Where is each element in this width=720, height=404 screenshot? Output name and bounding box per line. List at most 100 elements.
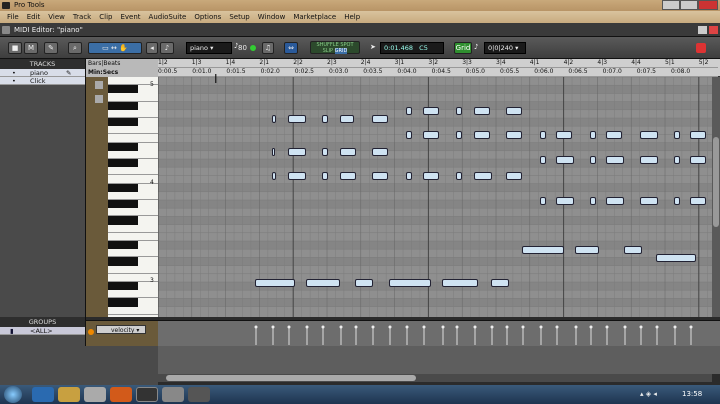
midi-note[interactable] (423, 131, 439, 140)
velocity-handle[interactable] (689, 325, 693, 329)
close-window-button[interactable] (698, 0, 718, 10)
midi-note[interactable] (288, 147, 306, 156)
midi-note[interactable] (306, 278, 340, 287)
midi-note[interactable] (288, 114, 306, 123)
midi-note[interactable] (288, 172, 306, 181)
midi-note[interactable] (640, 196, 658, 205)
menu-file[interactable]: File (3, 11, 23, 23)
velocity-handle[interactable] (354, 325, 358, 329)
white-key[interactable] (108, 110, 158, 118)
white-key[interactable] (108, 134, 158, 143)
stop-button[interactable]: ■ (8, 42, 22, 54)
velocity-handle[interactable] (441, 325, 445, 329)
black-key[interactable] (108, 142, 138, 151)
midi-note[interactable] (372, 114, 388, 123)
vertical-scrollbar[interactable] (712, 77, 720, 317)
menu-view[interactable]: View (44, 11, 69, 23)
midi-note[interactable] (340, 147, 356, 156)
white-key[interactable] (108, 233, 158, 241)
midi-note[interactable] (372, 147, 388, 156)
velocity-handle[interactable] (339, 325, 343, 329)
velocity-handle[interactable] (271, 325, 275, 329)
editor-close-icon[interactable] (709, 26, 718, 34)
white-key[interactable] (108, 208, 158, 217)
velocity-handle[interactable] (555, 325, 559, 329)
midi-note[interactable] (474, 131, 490, 140)
explorer-icon[interactable] (58, 387, 80, 402)
midi-note[interactable] (690, 131, 706, 140)
midi-note-grid[interactable] (158, 77, 714, 317)
velocity-handle[interactable] (574, 325, 578, 329)
midi-note[interactable] (556, 131, 572, 140)
midi-note[interactable] (272, 147, 275, 156)
velocity-handle[interactable] (305, 325, 309, 329)
midi-note[interactable] (540, 155, 546, 164)
black-key[interactable] (108, 200, 138, 209)
velocity-handle[interactable] (623, 325, 627, 329)
media-icon[interactable] (84, 387, 106, 402)
midi-note[interactable] (556, 155, 574, 164)
midi-note[interactable] (506, 131, 522, 140)
midi-note[interactable] (506, 106, 522, 115)
velocity-handle[interactable] (589, 325, 593, 329)
mode-slip[interactable]: SLIP (323, 48, 333, 54)
horizontal-scrollbar[interactable] (158, 374, 712, 382)
black-key[interactable] (108, 216, 138, 225)
midi-note[interactable] (322, 114, 328, 123)
midi-note[interactable] (540, 131, 546, 140)
app-icon-6[interactable] (162, 387, 184, 402)
min-secs-ruler[interactable]: 0:00.5 0:01.0 0:01.5 0:02.0 0:02.5 0:03.0 0:03… (158, 68, 718, 77)
velocity-handle[interactable] (405, 325, 409, 329)
white-key[interactable] (108, 225, 158, 233)
velocity-handle[interactable] (490, 325, 494, 329)
midi-note[interactable] (575, 246, 599, 254)
black-key[interactable] (108, 241, 138, 250)
velocity-handle[interactable] (655, 325, 659, 329)
velocity-handle[interactable] (605, 325, 609, 329)
midi-note[interactable] (272, 172, 276, 181)
white-key[interactable] (108, 290, 158, 299)
velocity-handle[interactable] (455, 325, 459, 329)
velocity-handle[interactable] (371, 325, 375, 329)
speaker-icon[interactable]: ◂ (146, 42, 158, 54)
white-key[interactable] (108, 167, 158, 176)
maximize-window-button[interactable] (680, 0, 698, 10)
velocity-lane[interactable]: velocity ▾ (86, 320, 720, 347)
velocity-handle[interactable] (321, 325, 325, 329)
midi-note[interactable] (255, 278, 295, 287)
menu-marketplace[interactable]: Marketplace (289, 11, 340, 23)
pencil-icon[interactable]: ✎ (66, 69, 71, 77)
default-velocity-value[interactable]: 80 (238, 42, 247, 54)
menu-help[interactable]: Help (340, 11, 364, 23)
vertical-scroll-thumb[interactable] (713, 137, 719, 227)
midi-note[interactable] (389, 278, 431, 287)
midi-note[interactable] (355, 278, 373, 287)
velocity-handle[interactable] (473, 325, 477, 329)
black-key[interactable] (108, 118, 138, 127)
midi-note[interactable] (674, 196, 680, 205)
midi-note[interactable] (590, 131, 596, 140)
black-key[interactable] (108, 101, 138, 110)
velocity-handle[interactable] (673, 325, 677, 329)
track-name-display[interactable]: piano ▾ (186, 42, 232, 54)
menu-setup[interactable]: Setup (225, 11, 253, 23)
scroll-down-icon[interactable] (95, 95, 103, 103)
velocity-handle[interactable] (639, 325, 643, 329)
velocity-handle[interactable] (505, 325, 509, 329)
pencil-icon[interactable]: ✎ (44, 42, 58, 54)
midi-note[interactable] (491, 278, 509, 287)
midi-note[interactable] (456, 172, 462, 181)
midi-note[interactable] (322, 172, 328, 181)
black-key[interactable] (108, 298, 138, 307)
menu-options[interactable]: Options (190, 11, 225, 23)
white-key[interactable] (108, 266, 158, 274)
velocity-handle[interactable] (422, 325, 426, 329)
app-orange-icon[interactable] (110, 387, 132, 402)
white-key[interactable] (108, 192, 158, 200)
midi-note[interactable] (590, 155, 596, 164)
midi-note[interactable] (406, 106, 412, 115)
midi-note[interactable] (640, 155, 658, 164)
midi-note[interactable] (423, 172, 439, 181)
ie-icon[interactable] (32, 387, 54, 402)
midi-note[interactable] (624, 246, 642, 254)
